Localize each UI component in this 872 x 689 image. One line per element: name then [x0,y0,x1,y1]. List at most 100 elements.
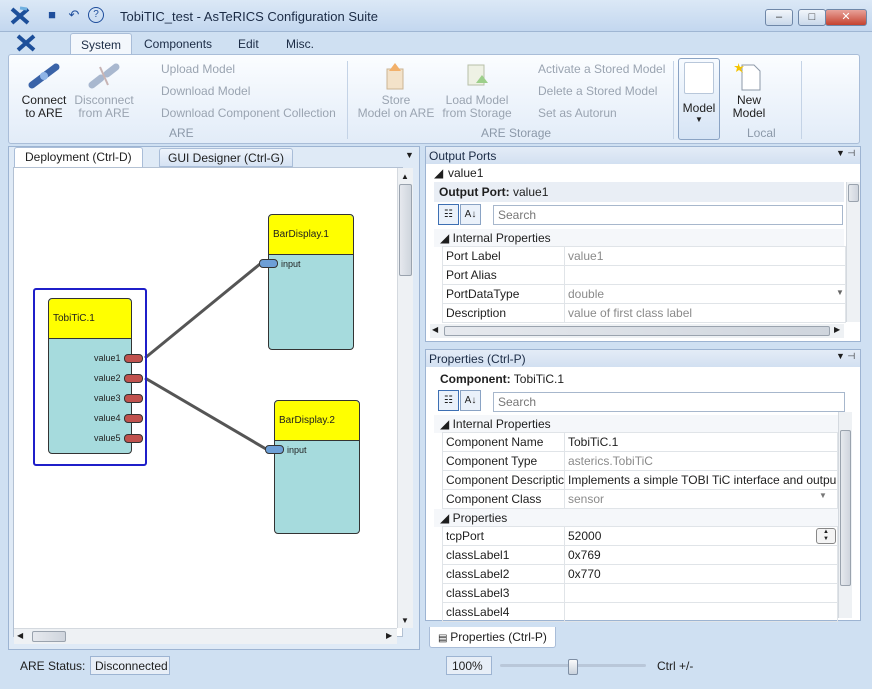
minimize-button[interactable]: – [765,9,793,26]
property-value[interactable]: sensor [564,489,838,509]
disconnect-button[interactable]: Disconnect from ARE [71,61,137,120]
property-value[interactable] [564,583,838,603]
component-bardisplay-1[interactable]: BarDisplay.1 [268,214,354,350]
canvas-horizontal-scrollbar[interactable]: ◀ ▶ [14,628,397,644]
property-row[interactable]: Port Label value1 [442,246,846,266]
connect-button[interactable]: Connect to ARE [15,61,73,120]
output-ports-search-input[interactable]: Search [493,205,843,225]
property-value[interactable]: 0x770 [564,564,838,584]
property-value[interactable]: Implements a simple TOBI TiC interface a… [564,470,838,490]
property-value[interactable]: value1 [564,246,846,266]
zoom-level[interactable]: 100% [446,656,492,675]
store-model-button[interactable]: Store Model on ARE [357,61,435,120]
internal-properties-section[interactable]: ◢ Internal Properties [434,415,838,433]
property-value[interactable]: 0x769 [564,545,838,565]
property-row[interactable]: Component Descriptic Implements a simple … [442,470,838,490]
property-row[interactable]: Port Alias [442,265,846,285]
tree-expand-icon[interactable]: ◢ [434,166,443,180]
channel-value1-bar1[interactable] [144,262,261,360]
download-collection-link[interactable]: Download Component Collection [161,106,336,120]
properties-section[interactable]: ◢ Properties [434,509,838,527]
property-row[interactable]: Component Type asterics.TobiTiC [442,451,838,471]
save-icon[interactable]: ■ [44,7,60,23]
tcpport-value[interactable]: 52000 [564,526,838,546]
vertical-scroll-thumb[interactable] [399,184,412,276]
property-row[interactable]: Description value of first class label [442,303,846,323]
tab-deployment[interactable]: Deployment (Ctrl-D) [14,147,143,167]
scroll-left-icon[interactable]: ◀ [17,631,23,640]
property-value[interactable]: TobiTiC.1 [564,432,838,452]
zoom-slider-thumb[interactable] [568,659,578,675]
property-value[interactable] [564,265,846,285]
dropdown-arrow-icon[interactable]: ▼ [836,288,844,297]
categorized-view-icon[interactable]: ☷ [438,204,459,225]
property-row[interactable]: Component Name TobiTiC.1 [442,432,838,452]
deployment-canvas[interactable]: TobiTiC.1 value1 value2 value3 value4 va… [13,167,403,637]
property-row[interactable]: tcpPort 52000 [442,526,838,546]
property-value[interactable]: asterics.TobiTiC [564,451,838,471]
output-port-value3[interactable] [124,394,143,403]
input-port-bardisplay-2[interactable] [265,445,284,454]
output-port-value4[interactable] [124,414,143,423]
output-ports-horizontal-scrollbar[interactable]: ◀ ▶ [430,324,844,338]
output-internal-properties-section[interactable]: ◢ Internal Properties [434,229,844,247]
new-model-button[interactable]: New Model [725,61,773,120]
properties-search-input[interactable]: Search [493,392,845,412]
output-port-value1[interactable] [124,354,143,363]
canvas-vertical-scrollbar[interactable]: ▲ ▼ [397,168,413,628]
output-ports-menu-icon[interactable]: ▼ ⊣ [836,148,855,159]
alphabetical-sort-icon[interactable]: A↓ [460,204,481,225]
categorized-view-icon-2[interactable]: ☷ [438,390,459,411]
horizontal-scroll-thumb[interactable] [32,631,66,642]
property-row[interactable]: classLabel1 0x769 [442,545,838,565]
property-row[interactable]: classLabel4 [442,602,838,622]
scroll-right-icon-2[interactable]: ▶ [834,325,840,334]
close-button[interactable]: ✕ [825,9,867,26]
properties-menu-icon[interactable]: ▼ ⊣ [836,351,855,362]
set-autorun-link[interactable]: Set as Autorun [538,106,617,120]
output-ports-scroll-thumb[interactable] [848,184,859,202]
property-row[interactable]: classLabel3 [442,583,838,603]
output-ports-vertical-scrollbar[interactable] [846,182,860,322]
tab-properties-bottom[interactable]: ▤ Properties (Ctrl-P) [429,627,556,648]
property-value[interactable] [564,602,838,622]
channel-value2-bar2[interactable] [144,376,267,451]
panel-menu-icon[interactable]: ▼ [405,150,414,160]
delete-stored-model-link[interactable]: Delete a Stored Model [538,84,657,98]
app-menu-button[interactable] [14,34,64,54]
alphabetical-sort-icon-2[interactable]: A↓ [460,390,481,411]
zoom-slider[interactable] [500,659,646,675]
tab-edit[interactable]: Edit [228,33,269,55]
property-value[interactable]: double [564,284,846,304]
tcpport-spinner[interactable]: ▲ ▼ [816,528,836,544]
upload-model-link[interactable]: Upload Model [161,62,235,76]
maximize-button[interactable]: □ [798,9,826,26]
tab-misc[interactable]: Misc. [276,33,324,55]
tab-gui-designer[interactable]: GUI Designer (Ctrl-G) [159,148,294,167]
property-value[interactable]: value of first class label [564,303,846,323]
properties-scroll-thumb[interactable] [840,430,851,586]
model-dropdown-button[interactable]: Model ▼ [678,58,720,140]
undo-icon[interactable]: ↶ [66,7,82,23]
load-model-button[interactable]: Load Model from Storage [439,61,515,120]
scroll-up-icon[interactable]: ▲ [401,172,409,181]
property-row[interactable]: Component Class sensor [442,489,838,509]
scroll-left-icon-2[interactable]: ◀ [432,325,438,334]
tab-system[interactable]: System [70,33,133,55]
output-port-value5[interactable] [124,434,143,443]
property-row[interactable]: classLabel2 0x770 [442,564,838,584]
component-bardisplay-2[interactable]: BarDisplay.2 [274,400,360,534]
scroll-right-icon[interactable]: ▶ [386,631,392,640]
input-port-bardisplay-1[interactable] [259,259,278,268]
output-ports-hscroll-thumb[interactable] [444,326,830,336]
output-port-value2[interactable] [124,374,143,383]
scroll-down-icon[interactable]: ▼ [401,616,409,625]
tab-components[interactable]: Components [134,33,222,55]
activate-stored-model-link[interactable]: Activate a Stored Model [538,62,665,76]
property-row[interactable]: PortDataType double [442,284,846,304]
component-class-dropdown-icon[interactable]: ▼ [819,491,827,500]
download-model-link[interactable]: Download Model [161,84,250,98]
help-icon[interactable]: ? [88,7,104,23]
output-port-tree-item[interactable]: value1 [448,166,483,180]
properties-vertical-scrollbar[interactable] [838,412,852,618]
